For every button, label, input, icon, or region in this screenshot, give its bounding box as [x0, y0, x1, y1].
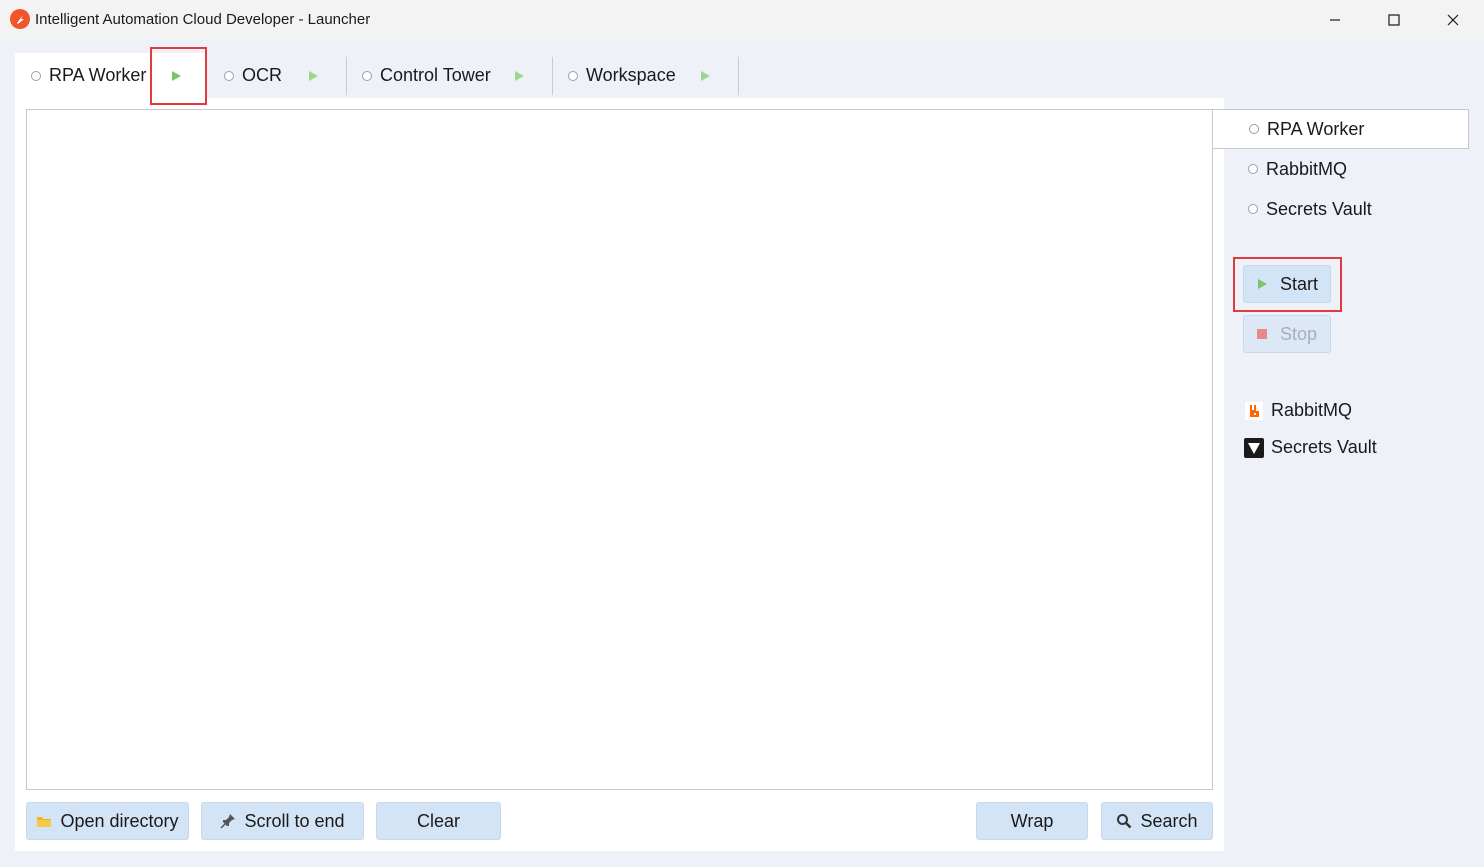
close-icon: [1447, 14, 1459, 25]
app-logo-icon: [10, 9, 30, 29]
maximize-icon: [1388, 13, 1400, 26]
pin-icon: [220, 813, 236, 829]
tab-control-tower[interactable]: Control Tower: [347, 53, 552, 98]
minimize-icon: [1330, 18, 1340, 21]
clear-button[interactable]: Clear: [376, 802, 501, 840]
open-directory-button[interactable]: Open directory: [26, 802, 189, 840]
side-item-rpa-worker[interactable]: RPA Worker: [1212, 109, 1469, 149]
stop-icon: [1256, 328, 1268, 340]
open-directory-label: Open directory: [60, 810, 179, 831]
search-icon: [1116, 813, 1132, 829]
status-radio-icon: [362, 70, 372, 81]
search-label: Search: [1140, 810, 1198, 831]
play-icon[interactable]: [307, 69, 319, 81]
tab-divider: [738, 57, 739, 95]
side-item-rabbitmq[interactable]: RabbitMQ: [1212, 149, 1469, 189]
tab-label: OCR: [242, 65, 282, 85]
scroll-to-end-label: Scroll to end: [244, 810, 345, 831]
side-item-label: RPA Worker: [1267, 118, 1365, 139]
minimize-button[interactable]: [1306, 0, 1364, 39]
wrap-button[interactable]: Wrap: [976, 802, 1088, 840]
maximize-button[interactable]: [1365, 0, 1423, 39]
rabbitmq-link[interactable]: RabbitMQ: [1244, 400, 1352, 421]
log-output-area[interactable]: [26, 109, 1213, 790]
side-item-secrets-vault[interactable]: Secrets Vault: [1212, 189, 1469, 229]
start-label: Start: [1280, 273, 1319, 294]
wrap-label: Wrap: [1010, 810, 1054, 831]
folder-icon: [36, 813, 52, 829]
rabbitmq-link-label: RabbitMQ: [1271, 400, 1353, 420]
title-bar: Intelligent Automation Cloud Developer -…: [0, 0, 1484, 39]
stop-button[interactable]: Stop: [1243, 315, 1331, 353]
status-radio-icon: [1249, 124, 1259, 134]
tab-label: Control Tower: [380, 65, 491, 85]
play-icon[interactable]: [513, 69, 525, 81]
tab-workspace[interactable]: Workspace: [553, 53, 738, 98]
service-tabs: RPA Worker: [15, 53, 225, 98]
search-button[interactable]: Search: [1101, 802, 1213, 840]
scroll-to-end-button[interactable]: Scroll to end: [201, 802, 364, 840]
play-icon[interactable]: [699, 69, 711, 81]
play-icon: [1256, 278, 1268, 290]
status-radio-icon: [1248, 164, 1258, 174]
secrets-vault-link[interactable]: Secrets Vault: [1244, 437, 1377, 458]
vault-icon: [1244, 437, 1264, 458]
status-radio-icon: [568, 70, 578, 81]
status-radio-icon: [224, 70, 234, 81]
start-button[interactable]: Start: [1243, 265, 1331, 303]
status-radio-icon: [1248, 204, 1258, 214]
tab-ocr[interactable]: [15, 53, 225, 98]
clear-label: Clear: [416, 810, 460, 831]
close-button[interactable]: [1424, 0, 1482, 39]
side-item-label: Secrets Vault: [1266, 198, 1372, 219]
tab-ocr[interactable]: OCR: [208, 53, 346, 98]
side-item-label: RabbitMQ: [1266, 158, 1348, 179]
secrets-vault-link-label: Secrets Vault: [1271, 437, 1377, 457]
window-title: Intelligent Automation Cloud Developer -…: [35, 11, 371, 28]
tab-label: Workspace: [586, 65, 676, 85]
stop-label: Stop: [1280, 323, 1318, 344]
rabbitmq-icon: [1244, 401, 1264, 421]
